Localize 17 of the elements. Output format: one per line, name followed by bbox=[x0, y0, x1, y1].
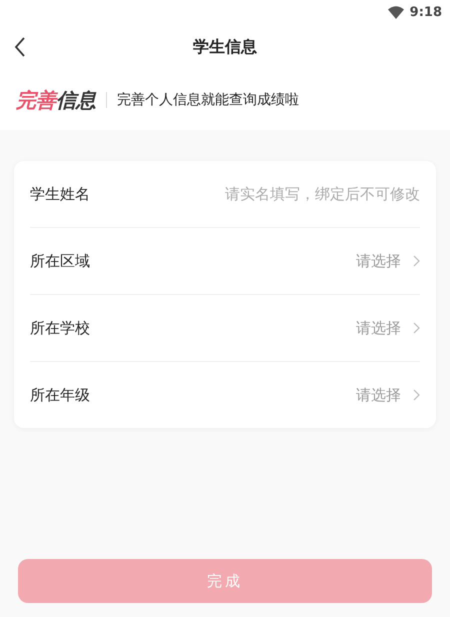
chevron-icon bbox=[413, 389, 420, 401]
back-icon[interactable] bbox=[14, 37, 26, 57]
field-label: 所在学校 bbox=[30, 318, 90, 338]
field-label: 学生姓名 bbox=[30, 184, 90, 204]
page-title: 学生信息 bbox=[193, 36, 257, 58]
wifi-icon bbox=[388, 6, 404, 18]
select-field[interactable]: 请选择 bbox=[356, 252, 420, 270]
chevron-icon bbox=[413, 322, 420, 334]
chevron-icon bbox=[413, 255, 420, 267]
banner-subtitle: 完善个人信息就能查询成绩啦 bbox=[117, 91, 299, 109]
banner-heading: 完善信息 bbox=[16, 86, 96, 114]
input-field[interactable]: 请实名填写，绑定后不可修改 bbox=[190, 185, 420, 203]
select-field[interactable]: 请选择 bbox=[356, 386, 420, 404]
field-label: 所在年级 bbox=[30, 386, 90, 404]
status-time: 9:18 bbox=[410, 4, 442, 20]
select-field[interactable]: 请选择 bbox=[356, 318, 420, 338]
field-label: 所在区域 bbox=[30, 252, 90, 270]
